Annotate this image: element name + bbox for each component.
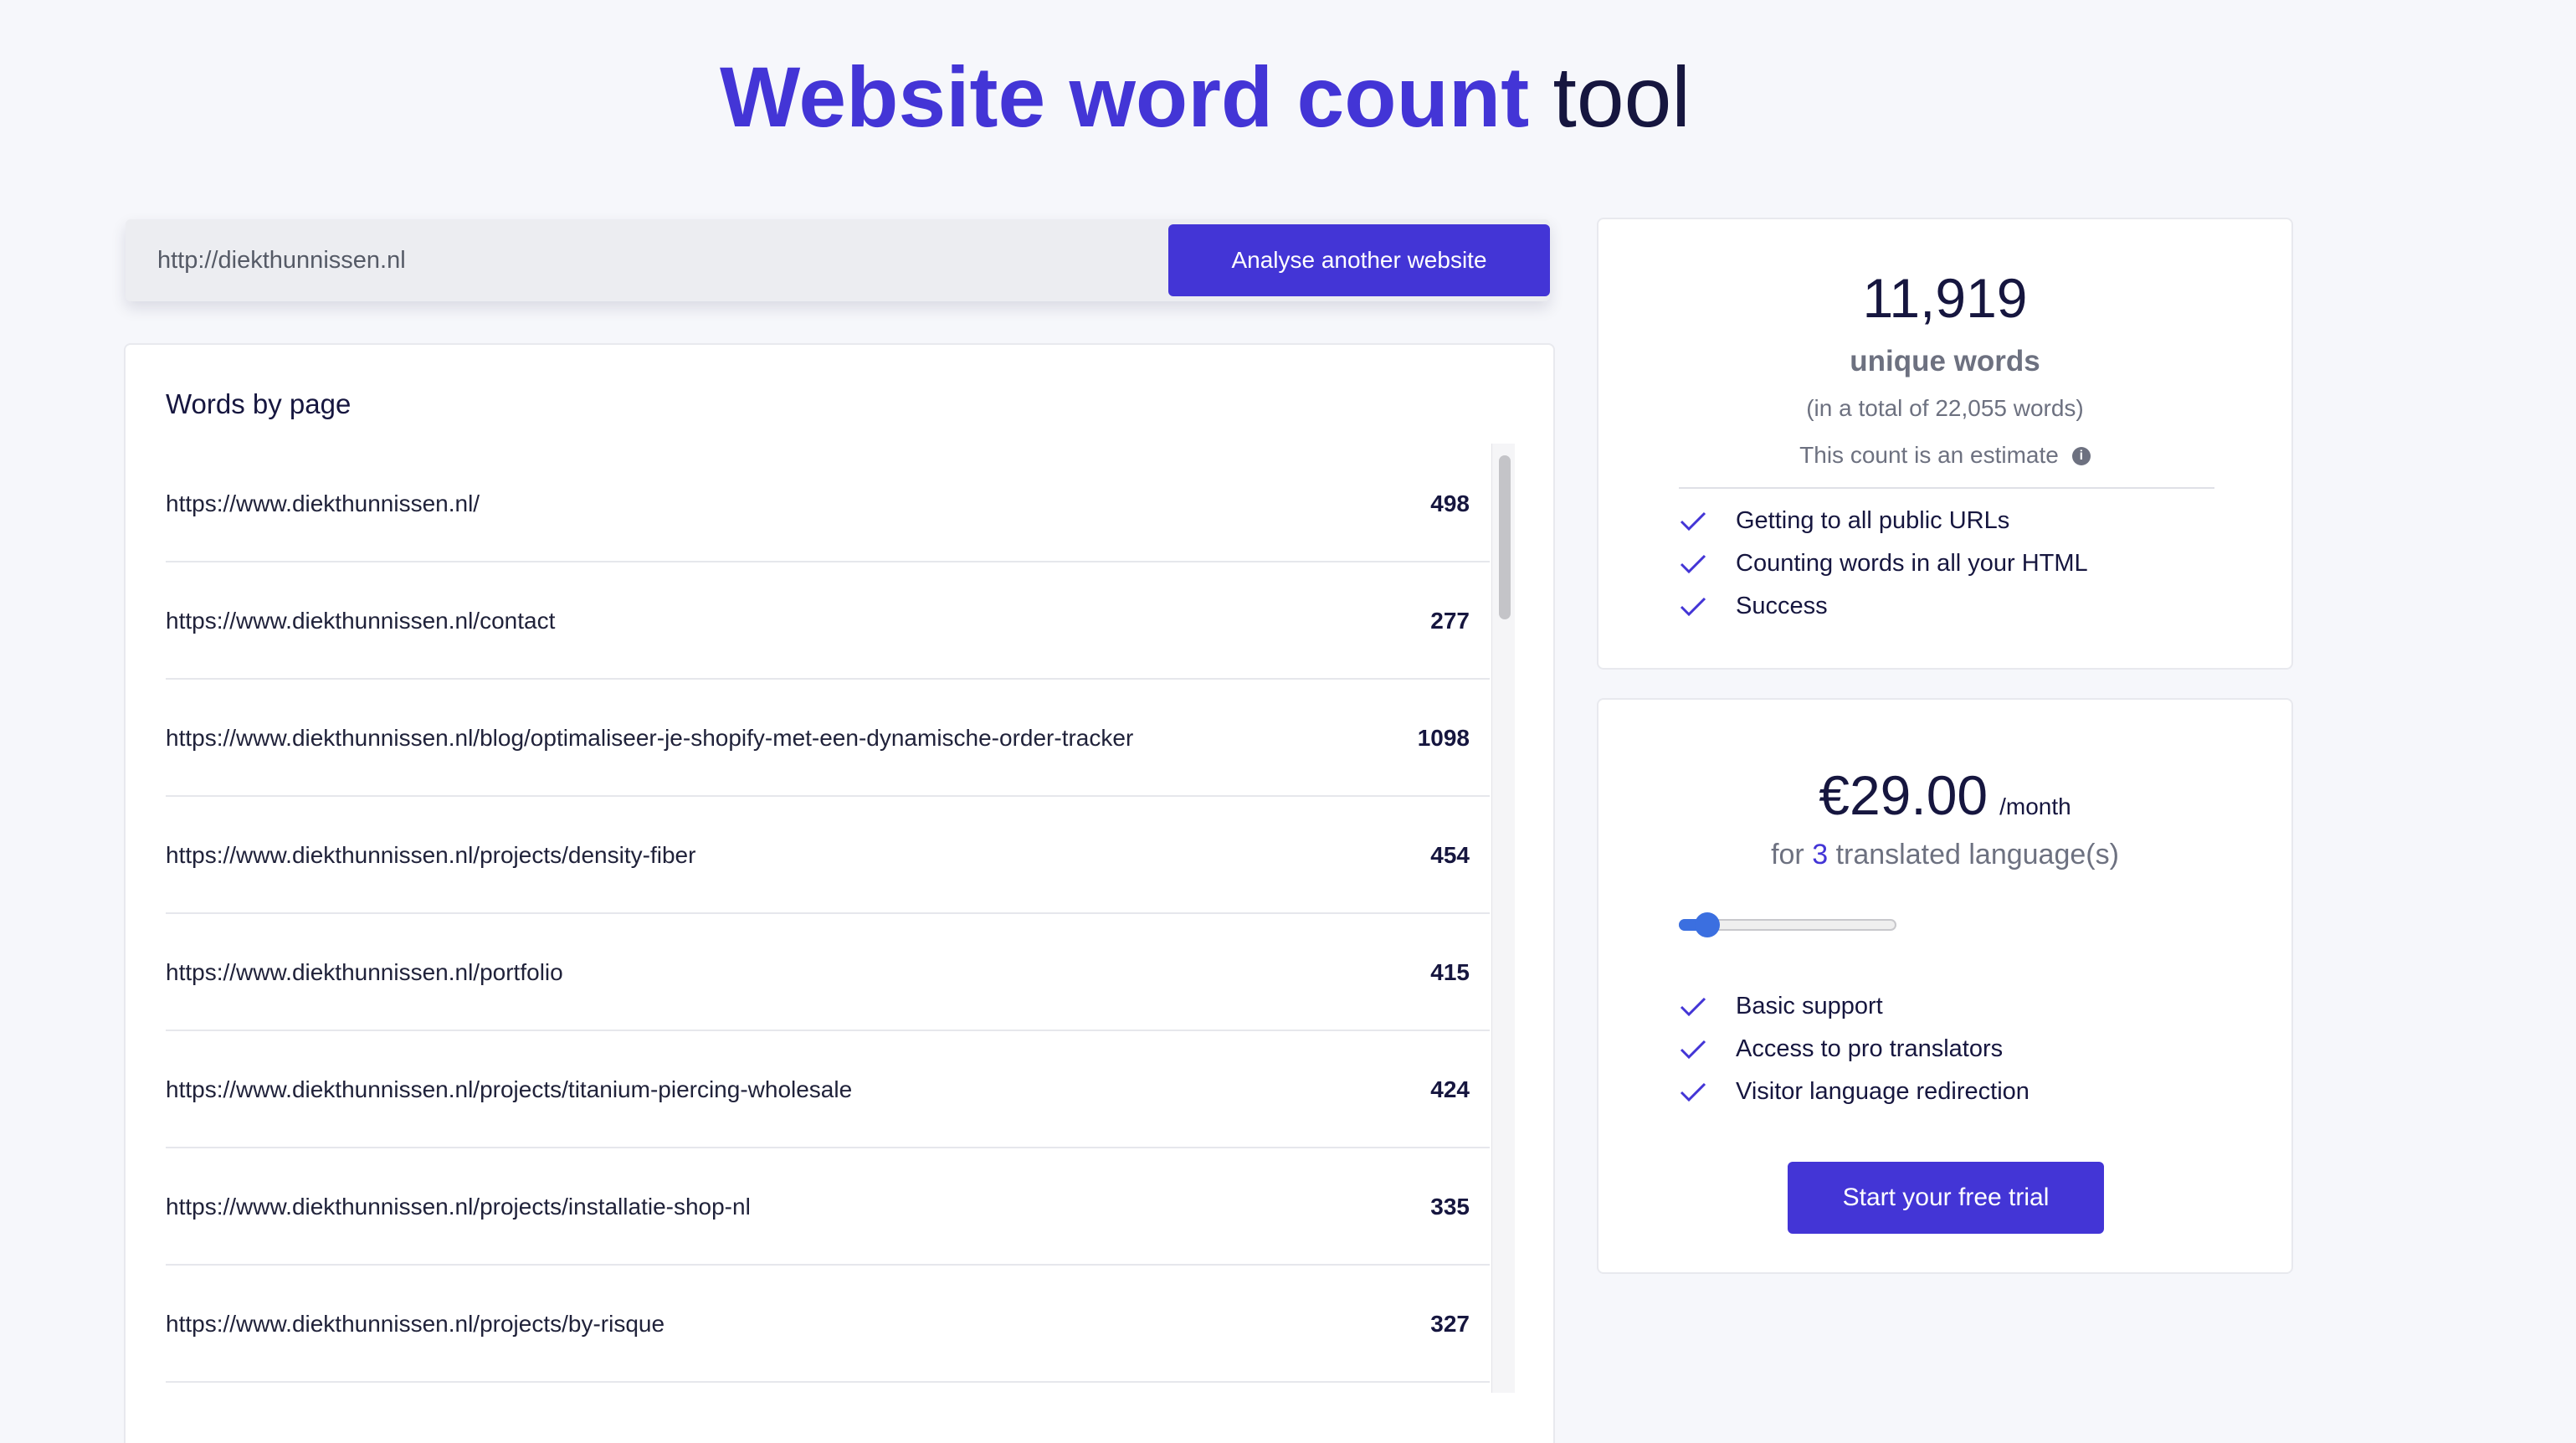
feature-label: Visitor language redirection xyxy=(1736,1078,2029,1105)
list-scrollbar-thumb[interactable] xyxy=(1499,455,1511,619)
check-icon xyxy=(1680,597,1706,617)
page-word-count: 335 xyxy=(1430,1194,1470,1220)
check-label: Success xyxy=(1736,593,1828,619)
page: Website word count tool Analyse another … xyxy=(0,0,2576,1443)
feature-label: Basic support xyxy=(1736,993,1883,1019)
check-icon xyxy=(1680,1040,1706,1060)
check-icon xyxy=(1680,511,1706,531)
info-icon[interactable]: i xyxy=(2071,447,2091,465)
url-search-bar: Analyse another website xyxy=(126,219,1550,301)
total-words-text: (in a total of 22,055 words) xyxy=(1806,395,2084,421)
check-icon xyxy=(1680,1082,1706,1102)
language-count: 3 xyxy=(1812,839,1829,870)
price-period: /month xyxy=(1999,793,2071,819)
table-row: https://www.diekthunnissen.nl/projects/b… xyxy=(166,1266,1490,1383)
page-word-count: 424 xyxy=(1430,1076,1470,1102)
list-item: Basic support xyxy=(1679,989,2029,1032)
start-free-trial-button[interactable]: Start your free trial xyxy=(1788,1162,2104,1234)
unique-words-label: unique words xyxy=(1850,345,2040,377)
page-word-count: 498 xyxy=(1430,490,1470,516)
feature-list: Basic support Access to pro translators … xyxy=(1679,989,2029,1117)
table-row: https://www.diekthunnissen.nl/projects/d… xyxy=(166,797,1490,914)
list-item: Visitor language redirection xyxy=(1679,1075,2029,1117)
page-url: https://www.diekthunnissen.nl/projects/i… xyxy=(166,1194,751,1220)
stats-divider xyxy=(1679,487,2214,489)
check-label: Getting to all public URLs xyxy=(1736,507,2010,534)
for-prefix: for xyxy=(1771,839,1804,870)
page-url: https://www.diekthunnissen.nl/blog/optim… xyxy=(166,725,1134,751)
price-amount: €29.00 xyxy=(1819,764,1988,826)
word-stats-card: 11,919 unique words (in a total of 22,05… xyxy=(1597,218,2293,670)
estimate-text: This count is an estimate xyxy=(1799,442,2059,468)
language-count-text: for 3 translated language(s) xyxy=(1598,839,2291,871)
slider-thumb[interactable] xyxy=(1695,912,1720,937)
list-scrollbar[interactable] xyxy=(1491,444,1515,1393)
table-row: https://www.diekthunnissen.nl/projects/i… xyxy=(166,1148,1490,1266)
progress-check-list: Getting to all public URLs Counting word… xyxy=(1679,504,2088,632)
page-url: https://www.diekthunnissen.nl/projects/t… xyxy=(166,1076,853,1102)
words-by-page-title: Words by page xyxy=(166,388,352,419)
list-item: Counting words in all your HTML xyxy=(1679,547,2088,589)
page-url: https://www.diekthunnissen.nl/contact xyxy=(166,608,556,634)
language-slider[interactable] xyxy=(1679,912,1896,937)
for-suffix: translated language(s) xyxy=(1835,839,2119,870)
page-title-accent: Website word count xyxy=(720,49,1530,145)
table-row: https://www.diekthunnissen.nl/ 498 xyxy=(166,445,1490,562)
table-row: https://www.diekthunnissen.nl/portfolio … xyxy=(166,914,1490,1031)
page-title: Website word count tool xyxy=(0,47,2410,147)
page-url: https://www.diekthunnissen.nl/ xyxy=(166,490,480,516)
list-item: Access to pro translators xyxy=(1679,1032,2029,1075)
page-word-count: 327 xyxy=(1430,1311,1470,1337)
check-icon xyxy=(1680,554,1706,574)
page-word-count: 415 xyxy=(1430,959,1470,985)
analyse-another-website-button[interactable]: Analyse another website xyxy=(1168,224,1550,296)
check-label: Counting words in all your HTML xyxy=(1736,550,2088,577)
url-input[interactable] xyxy=(126,219,1155,301)
words-by-page-card: Words by page https://www.diekthunnissen… xyxy=(124,343,1555,1443)
page-word-count: 454 xyxy=(1430,842,1470,868)
page-url: https://www.diekthunnissen.nl/projects/d… xyxy=(166,842,696,868)
table-row: https://www.diekthunnissen.nl/projects/t… xyxy=(166,1031,1490,1148)
list-item: Success xyxy=(1679,589,2088,632)
pricing-card: €29.00/month for 3 translated language(s… xyxy=(1597,698,2293,1274)
estimate-note: This count is an estimate i xyxy=(1598,442,2291,469)
page-word-count: 277 xyxy=(1430,608,1470,634)
feature-label: Access to pro translators xyxy=(1736,1035,2004,1062)
page-title-rest: tool xyxy=(1552,49,1691,145)
table-row: https://www.diekthunnissen.nl/contact 27… xyxy=(166,562,1490,680)
check-icon xyxy=(1680,997,1706,1017)
page-url: https://www.diekthunnissen.nl/projects/b… xyxy=(166,1311,665,1337)
page-word-count: 1098 xyxy=(1417,725,1470,751)
table-row: https://www.diekthunnissen.nl/blog/optim… xyxy=(166,680,1490,797)
price-line: €29.00/month xyxy=(1598,763,2291,827)
page-url: https://www.diekthunnissen.nl/portfolio xyxy=(166,959,563,985)
page-list[interactable]: https://www.diekthunnissen.nl/ 498 https… xyxy=(166,445,1490,1391)
unique-word-count: 11,919 xyxy=(1862,267,2028,329)
list-item: Getting to all public URLs xyxy=(1679,504,2088,547)
